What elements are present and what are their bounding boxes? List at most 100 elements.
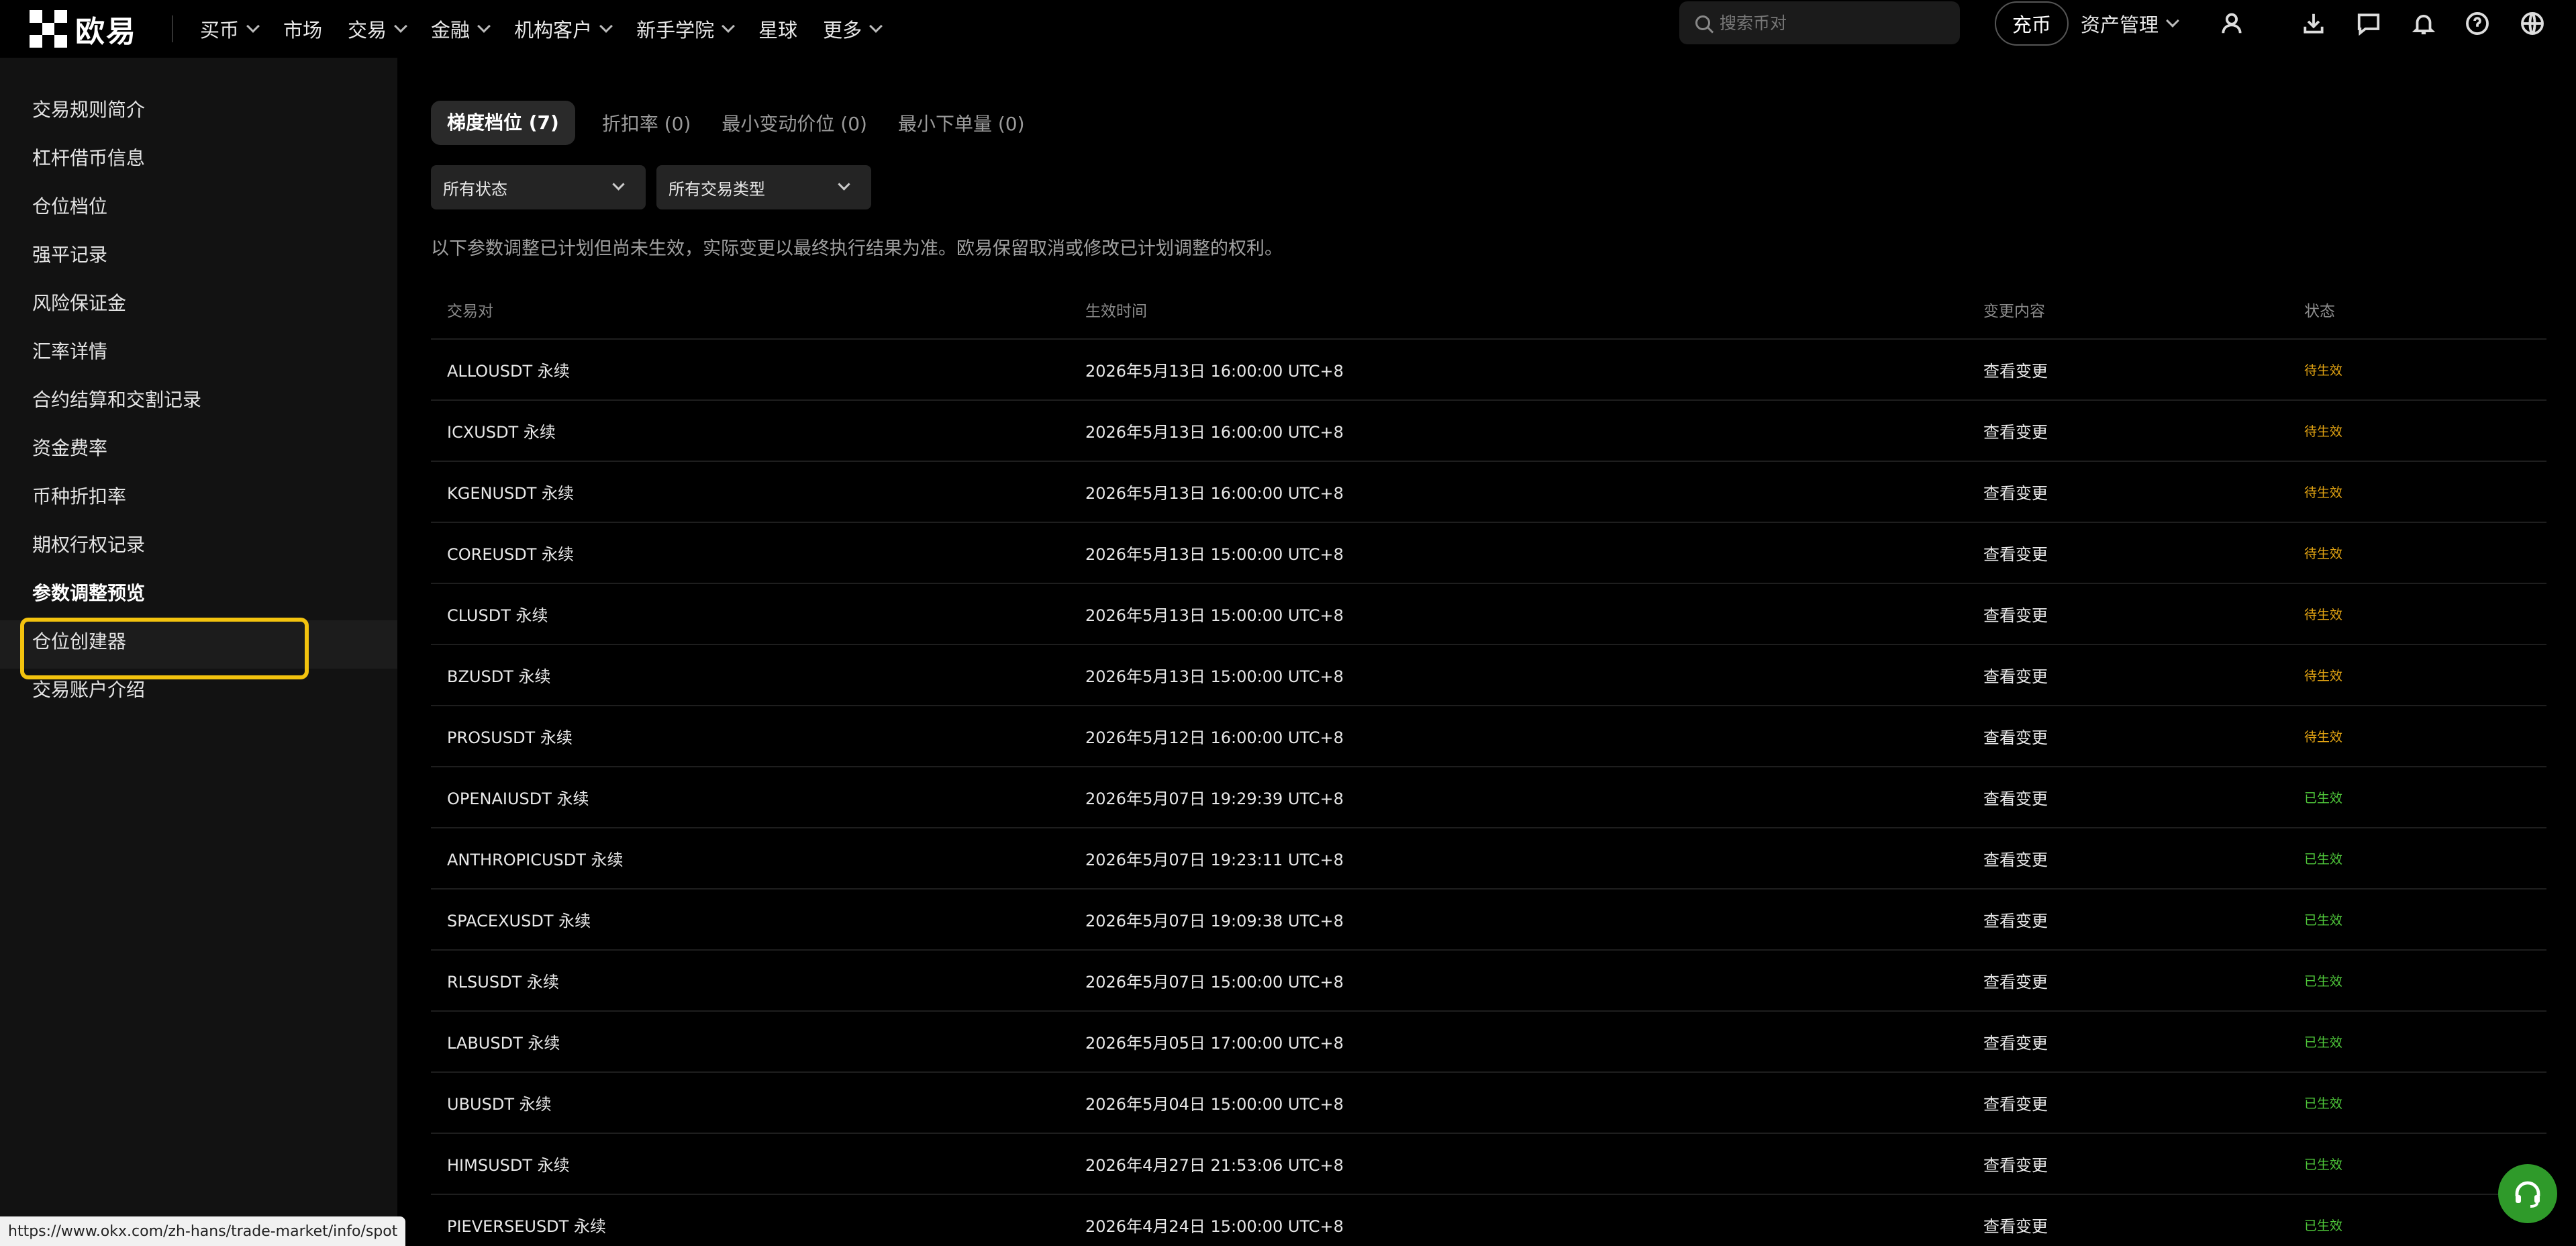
chevron-down-icon [869,19,883,33]
sidebar-item[interactable]: 仓位创建器 [32,627,126,654]
view-change-link[interactable]: 查看变更 [1983,1152,2304,1176]
nav-divider [172,15,173,42]
view-change-link[interactable]: 查看变更 [1983,969,2304,992]
header-change: 变更内容 [1983,303,2045,320]
sidebar-item[interactable]: 交易规则简介 [32,95,145,122]
cell-time: 2026年5月13日 16:00:00 UTC+8 [1085,484,1344,503]
view-change-link[interactable]: 查看变更 [1983,785,2304,809]
status-badge: 待生效 [2304,546,2343,561]
user-icon[interactable] [2218,9,2246,38]
view-change-link[interactable]: 查看变更 [1983,1030,2304,1053]
nav-item[interactable]: 市场 [283,15,322,43]
status-badge: 已生效 [2304,1035,2343,1050]
sidebar-item[interactable]: 币种折扣率 [32,482,126,509]
chevron-down-icon [477,19,491,33]
nav-item[interactable]: 星球 [758,15,797,43]
support-button[interactable] [2498,1164,2557,1223]
tab-item[interactable]: 梯度档位 (7) [431,101,575,145]
status-badge: 待生效 [2304,485,2343,500]
globe-icon[interactable] [2518,9,2546,38]
nav-item[interactable]: 更多 [823,15,883,43]
message-icon[interactable] [2355,9,2383,38]
chevron-down-icon [246,19,260,33]
cell-pair: RLSUSDT 永续 [447,973,559,992]
sidebar-item[interactable]: 参数调整预览 [32,579,145,606]
nav-item[interactable]: 买币 [200,15,260,43]
status-badge: 已生效 [2304,1218,2343,1233]
table-row: CLUSDT 永续 2026年5月13日 15:00:00 UTC+8 查看变更 待生… [431,584,2546,645]
view-change-link[interactable]: 查看变更 [1983,541,2304,565]
view-change-link[interactable]: 查看变更 [1983,724,2304,748]
view-change-link[interactable]: 查看变更 [1983,908,2304,931]
table-body: ALLOUSDT 永续 2026年5月13日 16:00:00 UTC+8 查看变更… [431,340,2546,1246]
nav-item[interactable]: 新手学院 [636,15,735,43]
nav-item[interactable]: 机构客户 [514,15,613,43]
cell-time: 2026年5月07日 15:00:00 UTC+8 [1085,973,1344,992]
cell-pair: PROSUSDT 永续 [447,728,573,747]
brand-logo[interactable]: 欧易 [30,0,137,58]
table-row: SPACEXUSDT 永续 2026年5月07日 19:09:38 UTC+8 查看… [431,890,2546,951]
status-badge: 已生效 [2304,974,2343,989]
download-icon[interactable] [2299,9,2328,38]
cell-pair: COREUSDT 永续 [447,545,575,564]
sidebar-item[interactable]: 强平记录 [32,240,107,267]
tab-item[interactable]: 最小下单量 (0) [898,109,1025,136]
top-navigation: 欧易 买币 市场 交易 金融 机构客户 新手学院 星球 更多 [0,0,2576,58]
table-row: COREUSDT 永续 2026年5月13日 15:00:00 UTC+8 查看变更… [431,523,2546,584]
nav-item[interactable]: 金融 [431,15,491,43]
table-row: UBUSDT 永续 2026年5月04日 15:00:00 UTC+8 查看变更 已生… [431,1073,2546,1134]
view-change-link[interactable]: 查看变更 [1983,602,2304,626]
search-box[interactable] [1679,1,1960,44]
view-change-link[interactable]: 查看变更 [1983,663,2304,687]
bell-icon[interactable] [2410,9,2438,38]
view-change-link[interactable]: 查看变更 [1983,1213,2304,1237]
status-filter[interactable]: 所有状态 [431,165,646,209]
table-row: RLSUSDT 永续 2026年5月07日 15:00:00 UTC+8 查看变更已… [431,951,2546,1012]
tab-item[interactable]: 折扣率 (0) [602,109,691,136]
sidebar-item[interactable]: 风险保证金 [32,289,126,316]
nav-item-label: 交易 [348,19,387,42]
sidebar-item[interactable]: 资金费率 [32,434,107,461]
sidebar-item[interactable]: 杠杆借币信息 [32,144,145,171]
sidebar-item[interactable]: 仓位档位 [32,192,107,219]
cell-time: 2026年5月07日 19:09:38 UTC+8 [1085,912,1344,930]
chevron-down-icon [612,178,625,191]
view-change-link[interactable]: 查看变更 [1983,419,2304,442]
status-badge: 已生效 [2304,913,2343,928]
view-change-link[interactable]: 查看变更 [1983,480,2304,504]
chevron-down-icon [599,19,613,33]
sidebar-item[interactable]: 合约结算和交割记录 [32,385,201,412]
nav-item-label: 买币 [200,19,240,42]
cell-pair: ANTHROPICUSDT 永续 [447,851,624,869]
logo-icon [30,10,67,48]
view-change-link[interactable]: 查看变更 [1983,847,2304,870]
notice-text: 以下参数调整已计划但尚未生效，实际变更以最终执行结果为准。欧易保留取消或修改已计… [431,238,1283,259]
status-filter-value: 所有状态 [443,179,507,199]
trade-type-filter[interactable]: 所有交易类型 [656,165,871,209]
nav-item[interactable]: 交易 [348,15,407,43]
status-badge: 已生效 [2304,791,2343,806]
view-change-link[interactable]: 查看变更 [1983,358,2304,381]
tab-item[interactable]: 最小变动价位 (0) [722,109,867,136]
table-row: PROSUSDT 永续 2026年5月12日 16:00:00 UTC+8 查看变更… [431,706,2546,767]
sidebar-item[interactable]: 期权行权记录 [32,530,145,557]
search-input[interactable] [1720,13,1948,33]
deposit-button[interactable]: 充币 [1995,1,2069,46]
asset-management-menu[interactable]: 资产管理 [2081,0,2179,47]
cell-time: 2026年5月13日 15:00:00 UTC+8 [1085,606,1344,625]
status-badge: 待生效 [2304,363,2343,378]
trade-type-filter-value: 所有交易类型 [668,179,765,199]
status-badge: 已生效 [2304,1096,2343,1111]
sidebar-item[interactable]: 汇率详情 [32,337,107,364]
cell-time: 2026年5月13日 15:00:00 UTC+8 [1085,667,1344,686]
cell-pair: OPENAIUSDT 永续 [447,789,589,808]
cell-pair: ICXUSDT 永续 [447,423,556,442]
sidebar-item[interactable]: 交易账户介绍 [32,675,145,702]
view-change-link[interactable]: 查看变更 [1983,1091,2304,1114]
cell-pair: KGENUSDT 永续 [447,484,575,503]
nav-item-label: 新手学院 [636,19,715,42]
cell-pair: BZUSDT 永续 [447,667,551,686]
table-row: HIMSUSDT 永续 2026年4月27日 21:53:06 UTC+8 查看变更… [431,1134,2546,1195]
help-icon[interactable] [2463,9,2491,38]
chevron-down-icon [2166,14,2179,28]
